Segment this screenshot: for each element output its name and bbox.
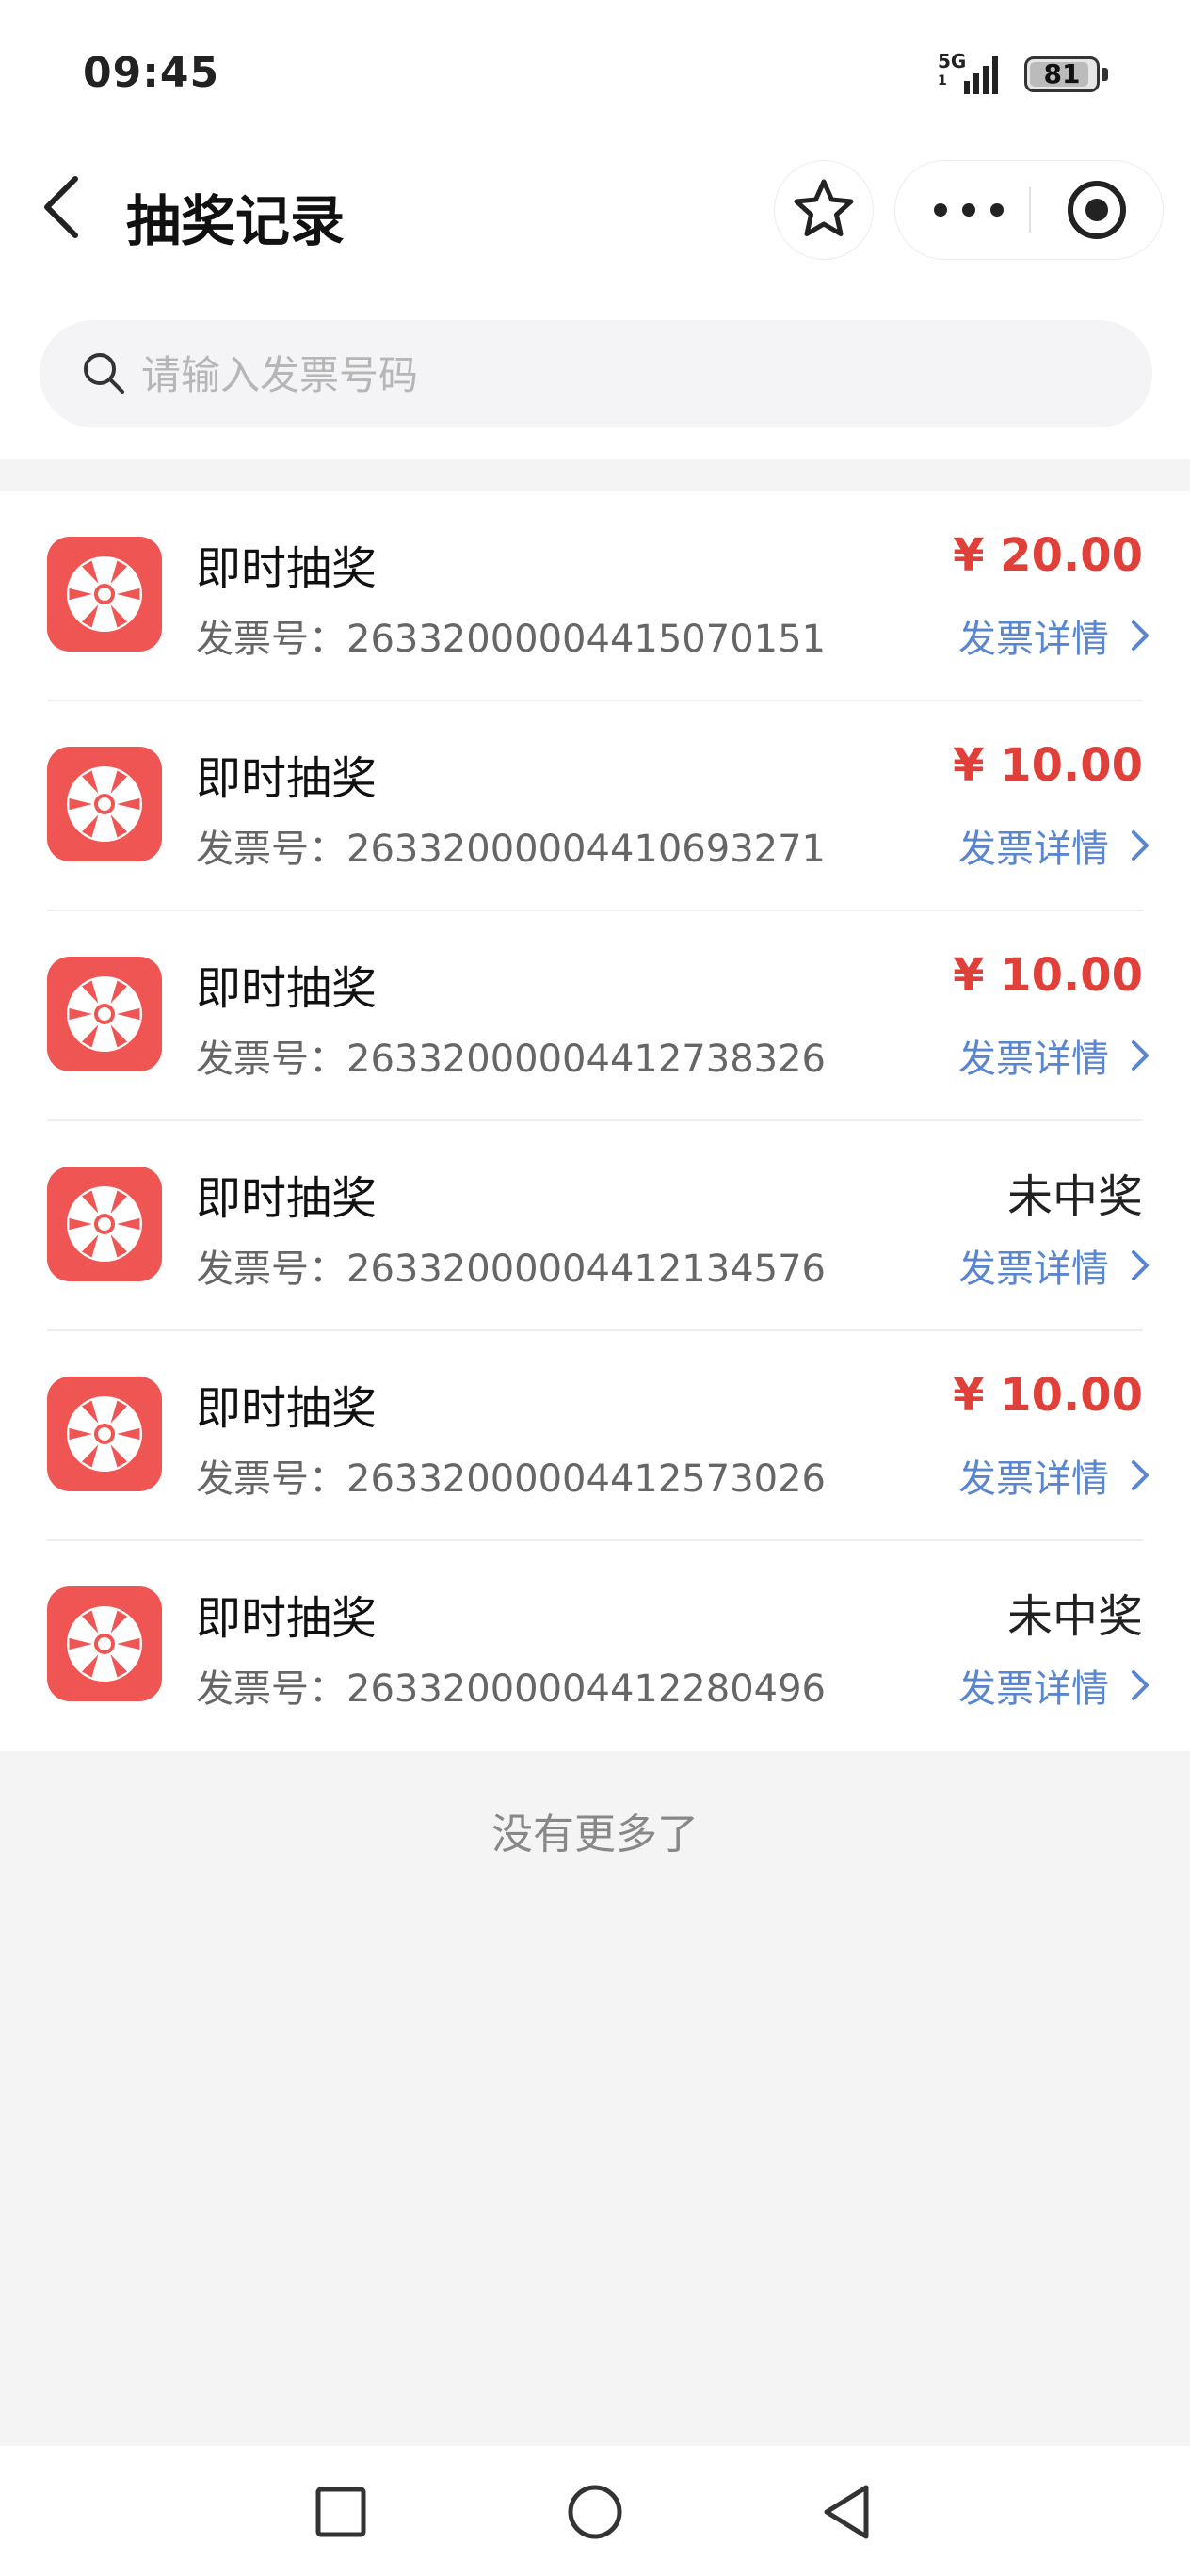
chevron-right-icon — [1132, 1670, 1149, 1700]
wheel-icon — [67, 1606, 142, 1682]
top-bar-region: 09:45 5G 1 81 抽奖记录 — [0, 0, 1190, 459]
record-row[interactable]: 即时抽奖 发票号：26332000004412738326 ¥ 10.00 发票… — [0, 911, 1190, 1121]
search-input[interactable] — [139, 320, 1122, 429]
home-button[interactable] — [557, 2474, 633, 2550]
chevron-left-icon — [44, 176, 78, 238]
invoice-detail-label: 发票详情 — [958, 618, 1109, 661]
chevron-right-icon — [1132, 620, 1149, 651]
chevron-right-icon — [1132, 1460, 1149, 1490]
search-icon — [84, 353, 124, 394]
record-title: 即时抽奖 — [196, 962, 378, 1015]
status-icons: 5G 1 81 — [938, 51, 1117, 98]
wheel-icon — [67, 1396, 142, 1472]
invoice-number: 发票号：26332000004412738326 — [196, 1038, 826, 1081]
invoice-detail-label: 发票详情 — [958, 1457, 1109, 1501]
lottery-icon-tile — [47, 1586, 162, 1701]
battery-level: 81 — [1043, 58, 1081, 89]
status-time: 09:45 — [83, 49, 220, 97]
record-row[interactable]: 即时抽奖 发票号：26332000004410693271 ¥ 10.00 发票… — [0, 701, 1190, 911]
record-list: 即时抽奖 发票号：26332000004415070151 ¥ 20.00 发票… — [0, 491, 1190, 1751]
wheel-icon — [67, 766, 142, 842]
star-icon — [794, 179, 854, 236]
prize-result: 未中奖 — [1006, 1170, 1143, 1223]
prize-result: ¥ 10.00 — [953, 739, 1143, 792]
prize-result: ¥ 10.00 — [953, 949, 1143, 1002]
record-row[interactable]: 即时抽奖 发票号：26332000004415070151 ¥ 20.00 发票… — [0, 491, 1190, 701]
more-dots-icon — [934, 203, 1004, 217]
invoice-number: 发票号：26332000004410693271 — [196, 828, 826, 871]
invoice-detail-link[interactable]: 发票详情 — [958, 608, 1150, 663]
favorite-button[interactable] — [774, 160, 874, 260]
record-title: 即时抽奖 — [196, 752, 378, 805]
lottery-icon-tile — [47, 747, 162, 861]
wheel-icon — [67, 976, 142, 1052]
back-button[interactable] — [38, 169, 90, 245]
wheel-icon — [67, 556, 142, 632]
invoice-detail-label: 发票详情 — [958, 828, 1109, 871]
record-row[interactable]: 即时抽奖 发票号：26332000004412573026 ¥ 10.00 发票… — [0, 1331, 1190, 1541]
back-nav-button[interactable] — [810, 2474, 885, 2550]
chevron-right-icon — [1132, 830, 1149, 861]
invoice-number: 发票号：26332000004412134576 — [196, 1248, 826, 1291]
no-more-text: 没有更多了 — [491, 1811, 699, 1859]
invoice-detail-link[interactable]: 发票详情 — [958, 1028, 1150, 1083]
system-nav-bar — [0, 2446, 1190, 2576]
battery-icon: 81 — [1024, 56, 1100, 92]
record-row[interactable]: 即时抽奖 发票号：26332000004412134576 未中奖 发票详情 — [0, 1121, 1190, 1331]
page-title: 抽奖记录 — [126, 189, 346, 253]
target-icon — [1068, 181, 1126, 239]
invoice-detail-label: 发票详情 — [958, 1667, 1109, 1711]
prize-result: ¥ 20.00 — [953, 529, 1143, 582]
square-icon — [315, 2487, 366, 2537]
lottery-icon-tile — [47, 957, 162, 1071]
triangle-back-icon — [824, 2485, 869, 2539]
prize-result: 未中奖 — [1006, 1590, 1143, 1643]
close-button[interactable] — [1031, 161, 1163, 259]
wheel-icon — [67, 1186, 142, 1262]
record-title: 即时抽奖 — [196, 542, 378, 595]
record-title: 即时抽奖 — [196, 1172, 378, 1225]
record-row[interactable]: 即时抽奖 发票号：26332000004412280496 未中奖 发票详情 — [0, 1541, 1190, 1751]
chevron-right-icon — [1132, 1250, 1149, 1280]
chevron-right-icon — [1132, 1040, 1149, 1071]
recent-apps-button[interactable] — [303, 2474, 378, 2550]
record-title: 即时抽奖 — [196, 1382, 378, 1435]
invoice-detail-link[interactable]: 发票详情 — [958, 1238, 1150, 1293]
record-title: 即时抽奖 — [196, 1592, 378, 1645]
invoice-number: 发票号：26332000004415070151 — [196, 618, 826, 661]
invoice-number: 发票号：26332000004412573026 — [196, 1457, 826, 1501]
invoice-detail-label: 发票详情 — [958, 1038, 1109, 1081]
lottery-icon-tile — [47, 1377, 162, 1491]
invoice-detail-link[interactable]: 发票详情 — [958, 818, 1150, 873]
mini-program-capsule — [894, 160, 1164, 260]
invoice-detail-link[interactable]: 发票详情 — [958, 1448, 1150, 1503]
sim-slot: 1 — [938, 73, 947, 89]
invoice-detail-label: 发票详情 — [958, 1248, 1109, 1291]
signal-icon — [964, 56, 998, 94]
prize-result: ¥ 10.00 — [953, 1369, 1143, 1422]
more-button[interactable] — [895, 161, 1029, 259]
lottery-icon-tile — [47, 537, 162, 652]
invoice-number: 发票号：26332000004412280496 — [196, 1667, 826, 1711]
search-bar[interactable] — [40, 320, 1152, 429]
lottery-icon-tile — [47, 1167, 162, 1281]
circle-icon — [568, 2485, 622, 2539]
invoice-detail-link[interactable]: 发票详情 — [958, 1658, 1150, 1713]
